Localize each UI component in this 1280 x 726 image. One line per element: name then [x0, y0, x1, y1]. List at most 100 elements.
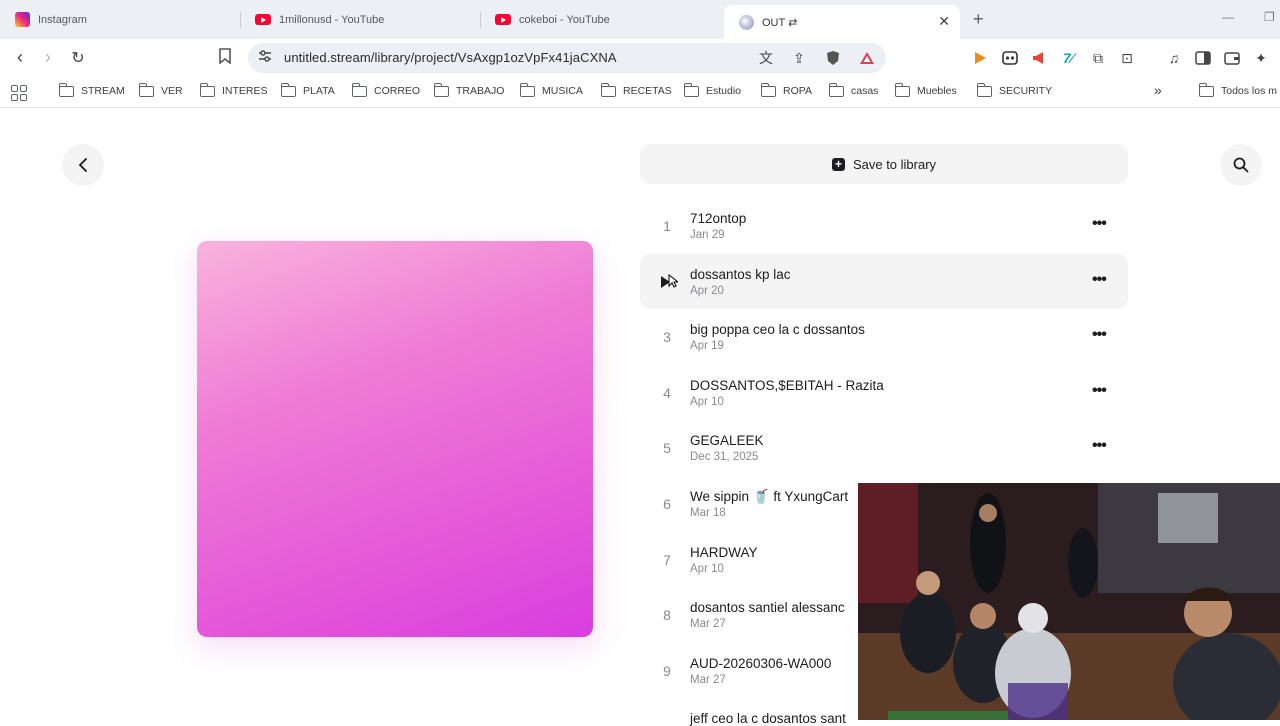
- bookmark-folder[interactable]: SECURITY: [976, 82, 1052, 97]
- tab-instagram[interactable]: Instagram: [0, 4, 240, 35]
- track-number: 7: [663, 551, 671, 568]
- folder-icon: [1198, 82, 1214, 97]
- media-play-extension-icon[interactable]: [971, 49, 989, 67]
- track-row[interactable]: dossantos kp lac Apr 20 •••: [640, 253, 1128, 310]
- url-text[interactable]: untitled.stream/library/project/VsAxgp1o…: [284, 50, 617, 65]
- back-nav-icon[interactable]: ‹: [9, 47, 31, 68]
- media-controls-icon[interactable]: ♫: [1165, 49, 1183, 67]
- more-options-icon[interactable]: •••: [1092, 326, 1107, 344]
- track-date: Dec 31, 2025: [690, 451, 759, 464]
- more-options-icon[interactable]: •••: [1092, 215, 1107, 233]
- track-date: Mar 27: [690, 618, 726, 631]
- track-date: Mar 18: [690, 506, 726, 519]
- track-title: We sippin 🥤 ft YxungCart: [690, 488, 849, 504]
- bookmark-folder[interactable]: VER: [138, 82, 183, 97]
- webcam-video-feed: [858, 483, 1280, 720]
- new-tab-button[interactable]: +: [973, 9, 984, 30]
- tab-youtube-cokeboi[interactable]: cokeboi - YouTube: [480, 4, 720, 35]
- tab-youtube-1millonusd[interactable]: 1millonusd - YouTube: [240, 4, 480, 35]
- track-title: dossantos kp lac: [690, 266, 791, 282]
- track-row[interactable]: 5 GEGALEEK Dec 31, 2025 •••: [640, 420, 1128, 476]
- tab-title: Instagram: [38, 13, 87, 26]
- all-bookmarks-folder[interactable]: Todos los m: [1198, 82, 1277, 97]
- mouse-cursor-icon: [668, 273, 678, 288]
- brave-rewards-icon[interactable]: [858, 49, 876, 67]
- track-date: Jan 29: [690, 229, 725, 241]
- tab-title: cokeboi - YouTube: [519, 13, 610, 26]
- track-number: 8: [663, 607, 671, 624]
- translate-icon[interactable]: 文: [757, 49, 775, 67]
- track-date: Apr 19: [690, 340, 724, 353]
- tab-out-active[interactable]: OUT ⇄ ✕: [724, 5, 960, 39]
- bookmark-folder[interactable]: casas: [828, 82, 878, 97]
- minimize-icon[interactable]: —: [1222, 10, 1234, 24]
- folder-icon: [199, 82, 215, 97]
- save-to-library-button[interactable]: + Save to library: [640, 144, 1128, 184]
- folder-icon: [760, 82, 776, 97]
- folder-icon: [976, 82, 992, 97]
- extension-translate-icon[interactable]: 7⁄: [1059, 49, 1077, 67]
- plus-square-icon: +: [831, 157, 845, 171]
- extension-screenshot-icon[interactable]: ⊡: [1118, 49, 1136, 67]
- track-title: HARDWAY: [690, 544, 758, 560]
- folder-icon: [894, 82, 910, 97]
- bookmark-folder[interactable]: TRABAJO: [433, 82, 504, 97]
- brave-shield-icon[interactable]: [824, 49, 842, 67]
- bookmark-folder[interactable]: PLATA: [280, 82, 335, 97]
- bookmarks-bar: STREAM VER INTERES PLATA CORREO TRABAJO …: [0, 77, 1280, 108]
- bookmark-folder[interactable]: ROPA: [760, 82, 812, 97]
- bookmark-folder[interactable]: INTERES: [199, 82, 268, 97]
- sidebar-toggle-icon[interactable]: [1194, 49, 1212, 67]
- track-row[interactable]: 1 712ontop Jan 29 •••: [640, 198, 1128, 254]
- extensions-puzzle-icon[interactable]: ⧉: [1089, 49, 1107, 67]
- more-options-icon[interactable]: •••: [1092, 437, 1107, 455]
- track-date: Apr 10: [690, 395, 724, 408]
- bookmark-page-icon[interactable]: [214, 48, 236, 69]
- back-button[interactable]: [62, 144, 104, 186]
- search-button[interactable]: [1220, 144, 1262, 186]
- maximize-icon[interactable]: ❐: [1264, 10, 1275, 24]
- track-number: 3: [663, 329, 671, 346]
- bookmark-folder[interactable]: CORREO: [351, 82, 420, 97]
- instagram-icon: [15, 12, 30, 27]
- track-number: 5: [663, 440, 671, 457]
- extension-mask-icon[interactable]: [1001, 49, 1019, 67]
- more-bookmarks-chevron-icon[interactable]: »: [1154, 82, 1162, 98]
- bookmark-folder[interactable]: MUSICA: [519, 82, 583, 97]
- reload-icon[interactable]: ↻: [67, 48, 89, 68]
- bookmark-folder[interactable]: Estudio: [683, 82, 741, 97]
- forward-nav-icon[interactable]: ›: [37, 47, 59, 68]
- more-options-icon[interactable]: •••: [1092, 271, 1107, 289]
- track-date: Mar 27: [690, 673, 726, 686]
- tab-title: 1millonusd - YouTube: [279, 13, 385, 26]
- project-cover-art: [197, 241, 593, 637]
- bookmark-folder[interactable]: STREAM: [58, 82, 125, 97]
- extension-megaphone-icon[interactable]: [1030, 49, 1048, 67]
- address-bar[interactable]: untitled.stream/library/project/VsAxgp1o…: [248, 43, 886, 73]
- track-number: 6: [663, 495, 671, 512]
- track-row[interactable]: 4 DOSSANTOS,$EBITAH - Razita Apr 10 •••: [640, 365, 1128, 421]
- browser-toolbar: ‹ › ↻ untitled.stream/library/project/Vs…: [0, 39, 1280, 77]
- track-row[interactable]: 3 big poppa ceo la c dossantos Apr 19 ••…: [640, 309, 1128, 365]
- track-title: big poppa ceo la c dossantos: [690, 322, 865, 338]
- bookmark-folder[interactable]: Muebles: [894, 82, 957, 97]
- more-options-icon[interactable]: •••: [1092, 382, 1107, 400]
- track-title: AUD-20260306-WA000: [690, 655, 832, 671]
- close-tab-icon[interactable]: ✕: [938, 13, 950, 30]
- search-icon: [1233, 157, 1249, 173]
- folder-icon: [519, 82, 535, 97]
- site-settings-icon[interactable]: [258, 49, 272, 63]
- wallet-icon[interactable]: [1223, 49, 1241, 67]
- bookmark-folder[interactable]: RECETAS: [600, 82, 672, 97]
- leo-ai-icon[interactable]: ✦: [1252, 49, 1270, 67]
- track-title: jeff ceo la c dosantos sant: [690, 711, 846, 726]
- folder-icon: [280, 82, 296, 97]
- chevron-left-icon: [78, 158, 87, 172]
- folder-icon: [351, 82, 367, 97]
- track-title: dosantos santiel alessanc: [690, 600, 845, 616]
- apps-grid-icon[interactable]: [11, 85, 27, 101]
- track-date: Apr 10: [690, 562, 724, 575]
- track-title: DOSSANTOS,$EBITAH - Razita: [690, 377, 884, 393]
- share-icon[interactable]: ⇪: [790, 49, 808, 67]
- track-title: 712ontop: [690, 211, 747, 226]
